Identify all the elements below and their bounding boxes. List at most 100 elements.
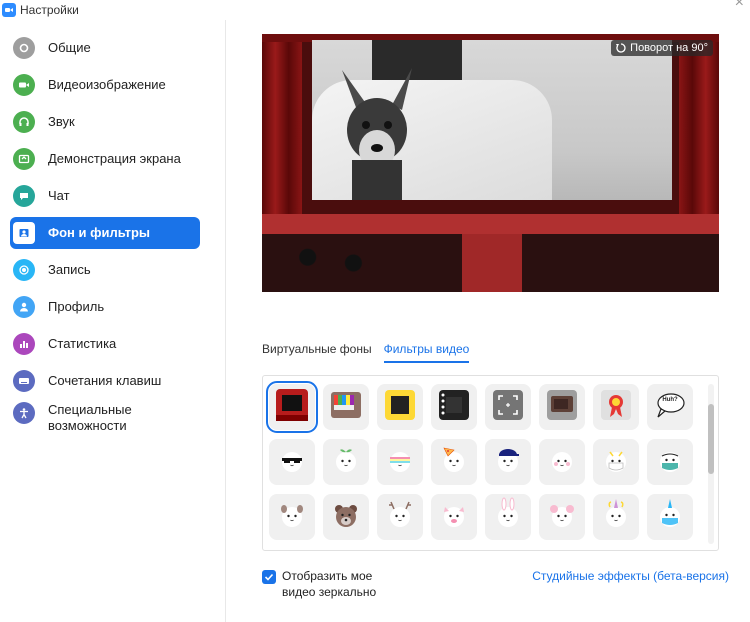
- title-bar: Настройки ×: [0, 0, 750, 20]
- camera-focus-frame-icon: [490, 387, 526, 428]
- sidebar-item-label: Запись: [48, 262, 91, 277]
- filter-retro-tv[interactable]: [539, 384, 585, 430]
- rotate-icon: [616, 43, 626, 53]
- sidebar-item-1[interactable]: Видеоизображение: [10, 69, 200, 101]
- pixel-sunglasses-icon: [274, 442, 310, 483]
- gear-icon: [13, 37, 35, 59]
- dog-image: [342, 68, 412, 200]
- retro-tv-icon: [544, 387, 580, 428]
- filter-emoji-frame[interactable]: [377, 384, 423, 430]
- studio-effects-link[interactable]: Студийные эффекты (бета-версия): [532, 569, 729, 583]
- reindeer-face-icon: [382, 497, 418, 538]
- sprout-face-icon: [328, 442, 364, 483]
- close-icon[interactable]: ×: [735, 0, 744, 12]
- tab-bar: Виртуальные фоны Фильтры видео: [262, 342, 470, 363]
- sidebar-item-4[interactable]: Чат: [10, 180, 200, 212]
- share-screen-icon: [13, 148, 35, 170]
- video-preview: Поворот на 90°: [262, 34, 719, 292]
- bunny-face-icon: [490, 497, 526, 538]
- scrollbar[interactable]: [708, 384, 714, 544]
- sidebar-item-5[interactable]: Фон и фильтры: [10, 217, 200, 249]
- theater-screen: [312, 40, 672, 200]
- curtain-left: [262, 34, 302, 234]
- pig-face-icon: [436, 497, 472, 538]
- video-camera-icon: [13, 74, 35, 96]
- background-icon: [13, 222, 35, 244]
- sidebar-item-10[interactable]: Специальные возможности: [10, 402, 200, 442]
- filter-tv-color-bars[interactable]: [323, 384, 369, 430]
- chat-bubble-icon: [13, 185, 35, 207]
- mirror-checkbox[interactable]: [262, 570, 276, 584]
- filter-pizza-hat-face[interactable]: [431, 439, 477, 485]
- sidebar-item-label: Фон и фильтры: [48, 225, 150, 240]
- check-icon: [264, 573, 274, 581]
- rainbow-face-icon: [382, 442, 418, 483]
- mirror-label[interactable]: Отобразить мое видео зеркально: [282, 568, 392, 600]
- white-mask-face-icon: [598, 442, 634, 483]
- mirror-option: Отобразить мое видео зеркально: [262, 568, 392, 600]
- filter-rainbow-face[interactable]: [377, 439, 423, 485]
- mouse-face-icon: [544, 497, 580, 538]
- filter-speech-bubble-huh[interactable]: Huh?: [647, 384, 693, 430]
- headphones-icon: [13, 111, 35, 133]
- keyboard-icon: [13, 370, 35, 392]
- filter-award-ribbon[interactable]: [593, 384, 639, 430]
- window-title: Настройки: [20, 3, 79, 17]
- accessibility-icon: [13, 402, 35, 424]
- filter-puppy-face[interactable]: [269, 494, 315, 540]
- sidebar-item-label: Специальные возможности: [48, 402, 132, 433]
- bear-face-icon: [328, 497, 364, 538]
- film-strip-icon: [436, 387, 472, 428]
- unicorn-mask-face-icon: [652, 497, 688, 538]
- bar-chart-icon: [13, 333, 35, 355]
- sidebar-item-3[interactable]: Демонстрация экрана: [10, 143, 200, 175]
- rotate-label: Поворот на 90°: [630, 42, 708, 54]
- tv-color-bars-icon: [328, 387, 364, 428]
- cap-face-icon: [490, 442, 526, 483]
- filter-cap-face[interactable]: [485, 439, 531, 485]
- filter-bunny-face[interactable]: [485, 494, 531, 540]
- sidebar-item-0[interactable]: Общие: [10, 32, 200, 64]
- tab-video-filters[interactable]: Фильтры видео: [383, 342, 470, 363]
- filter-unicorn-mask-face[interactable]: [647, 494, 693, 540]
- theater-curtain-icon: [274, 387, 310, 428]
- filter-reindeer-face[interactable]: [377, 494, 423, 540]
- filter-blush-face[interactable]: [539, 439, 585, 485]
- filter-mouse-face[interactable]: [539, 494, 585, 540]
- pizza-hat-face-icon: [436, 442, 472, 483]
- curtain-right: [679, 34, 719, 234]
- filter-bear-face[interactable]: [323, 494, 369, 540]
- filter-theater-curtain[interactable]: [266, 381, 318, 433]
- speech-bubble-text: Huh?: [662, 397, 678, 403]
- tab-virtual-backgrounds[interactable]: Виртуальные фоны: [262, 342, 372, 363]
- filter-white-mask-face[interactable]: [593, 439, 639, 485]
- sidebar-item-label: Общие: [48, 40, 91, 55]
- person-icon: [13, 296, 35, 318]
- sidebar-item-label: Сочетания клавиш: [48, 373, 162, 388]
- unicorn-face-icon: [598, 497, 634, 538]
- filter-pig-face[interactable]: [431, 494, 477, 540]
- filter-unicorn-face[interactable]: [593, 494, 639, 540]
- rotate-button[interactable]: Поворот на 90°: [611, 40, 713, 56]
- puppy-face-icon: [274, 497, 310, 538]
- filter-medical-mask-face[interactable]: [647, 439, 693, 485]
- background-filters-panel: Поворот на 90° Виртуальные фоны Фильтры …: [227, 20, 750, 622]
- speech-bubble-huh-icon: [652, 387, 688, 428]
- scrollbar-thumb[interactable]: [708, 404, 714, 474]
- sidebar-item-label: Видеоизображение: [48, 77, 166, 92]
- record-icon: [13, 259, 35, 281]
- filter-camera-focus-frame[interactable]: [485, 384, 531, 430]
- sidebar: Общие Видеоизображение Звук Демонстрация эк…: [0, 20, 226, 622]
- sidebar-item-2[interactable]: Звук: [10, 106, 200, 138]
- sidebar-item-6[interactable]: Запись: [10, 254, 200, 286]
- award-ribbon-icon: [598, 387, 634, 428]
- emoji-frame-icon: [382, 387, 418, 428]
- filter-pixel-sunglasses[interactable]: [269, 439, 315, 485]
- sidebar-item-9[interactable]: Сочетания клавиш: [10, 365, 200, 397]
- filter-sprout-face[interactable]: [323, 439, 369, 485]
- sidebar-item-label: Профиль: [48, 299, 105, 314]
- sidebar-item-7[interactable]: Профиль: [10, 291, 200, 323]
- filter-film-strip[interactable]: [431, 384, 477, 430]
- sidebar-item-8[interactable]: Статистика: [10, 328, 200, 360]
- sidebar-item-label: Демонстрация экрана: [48, 151, 181, 166]
